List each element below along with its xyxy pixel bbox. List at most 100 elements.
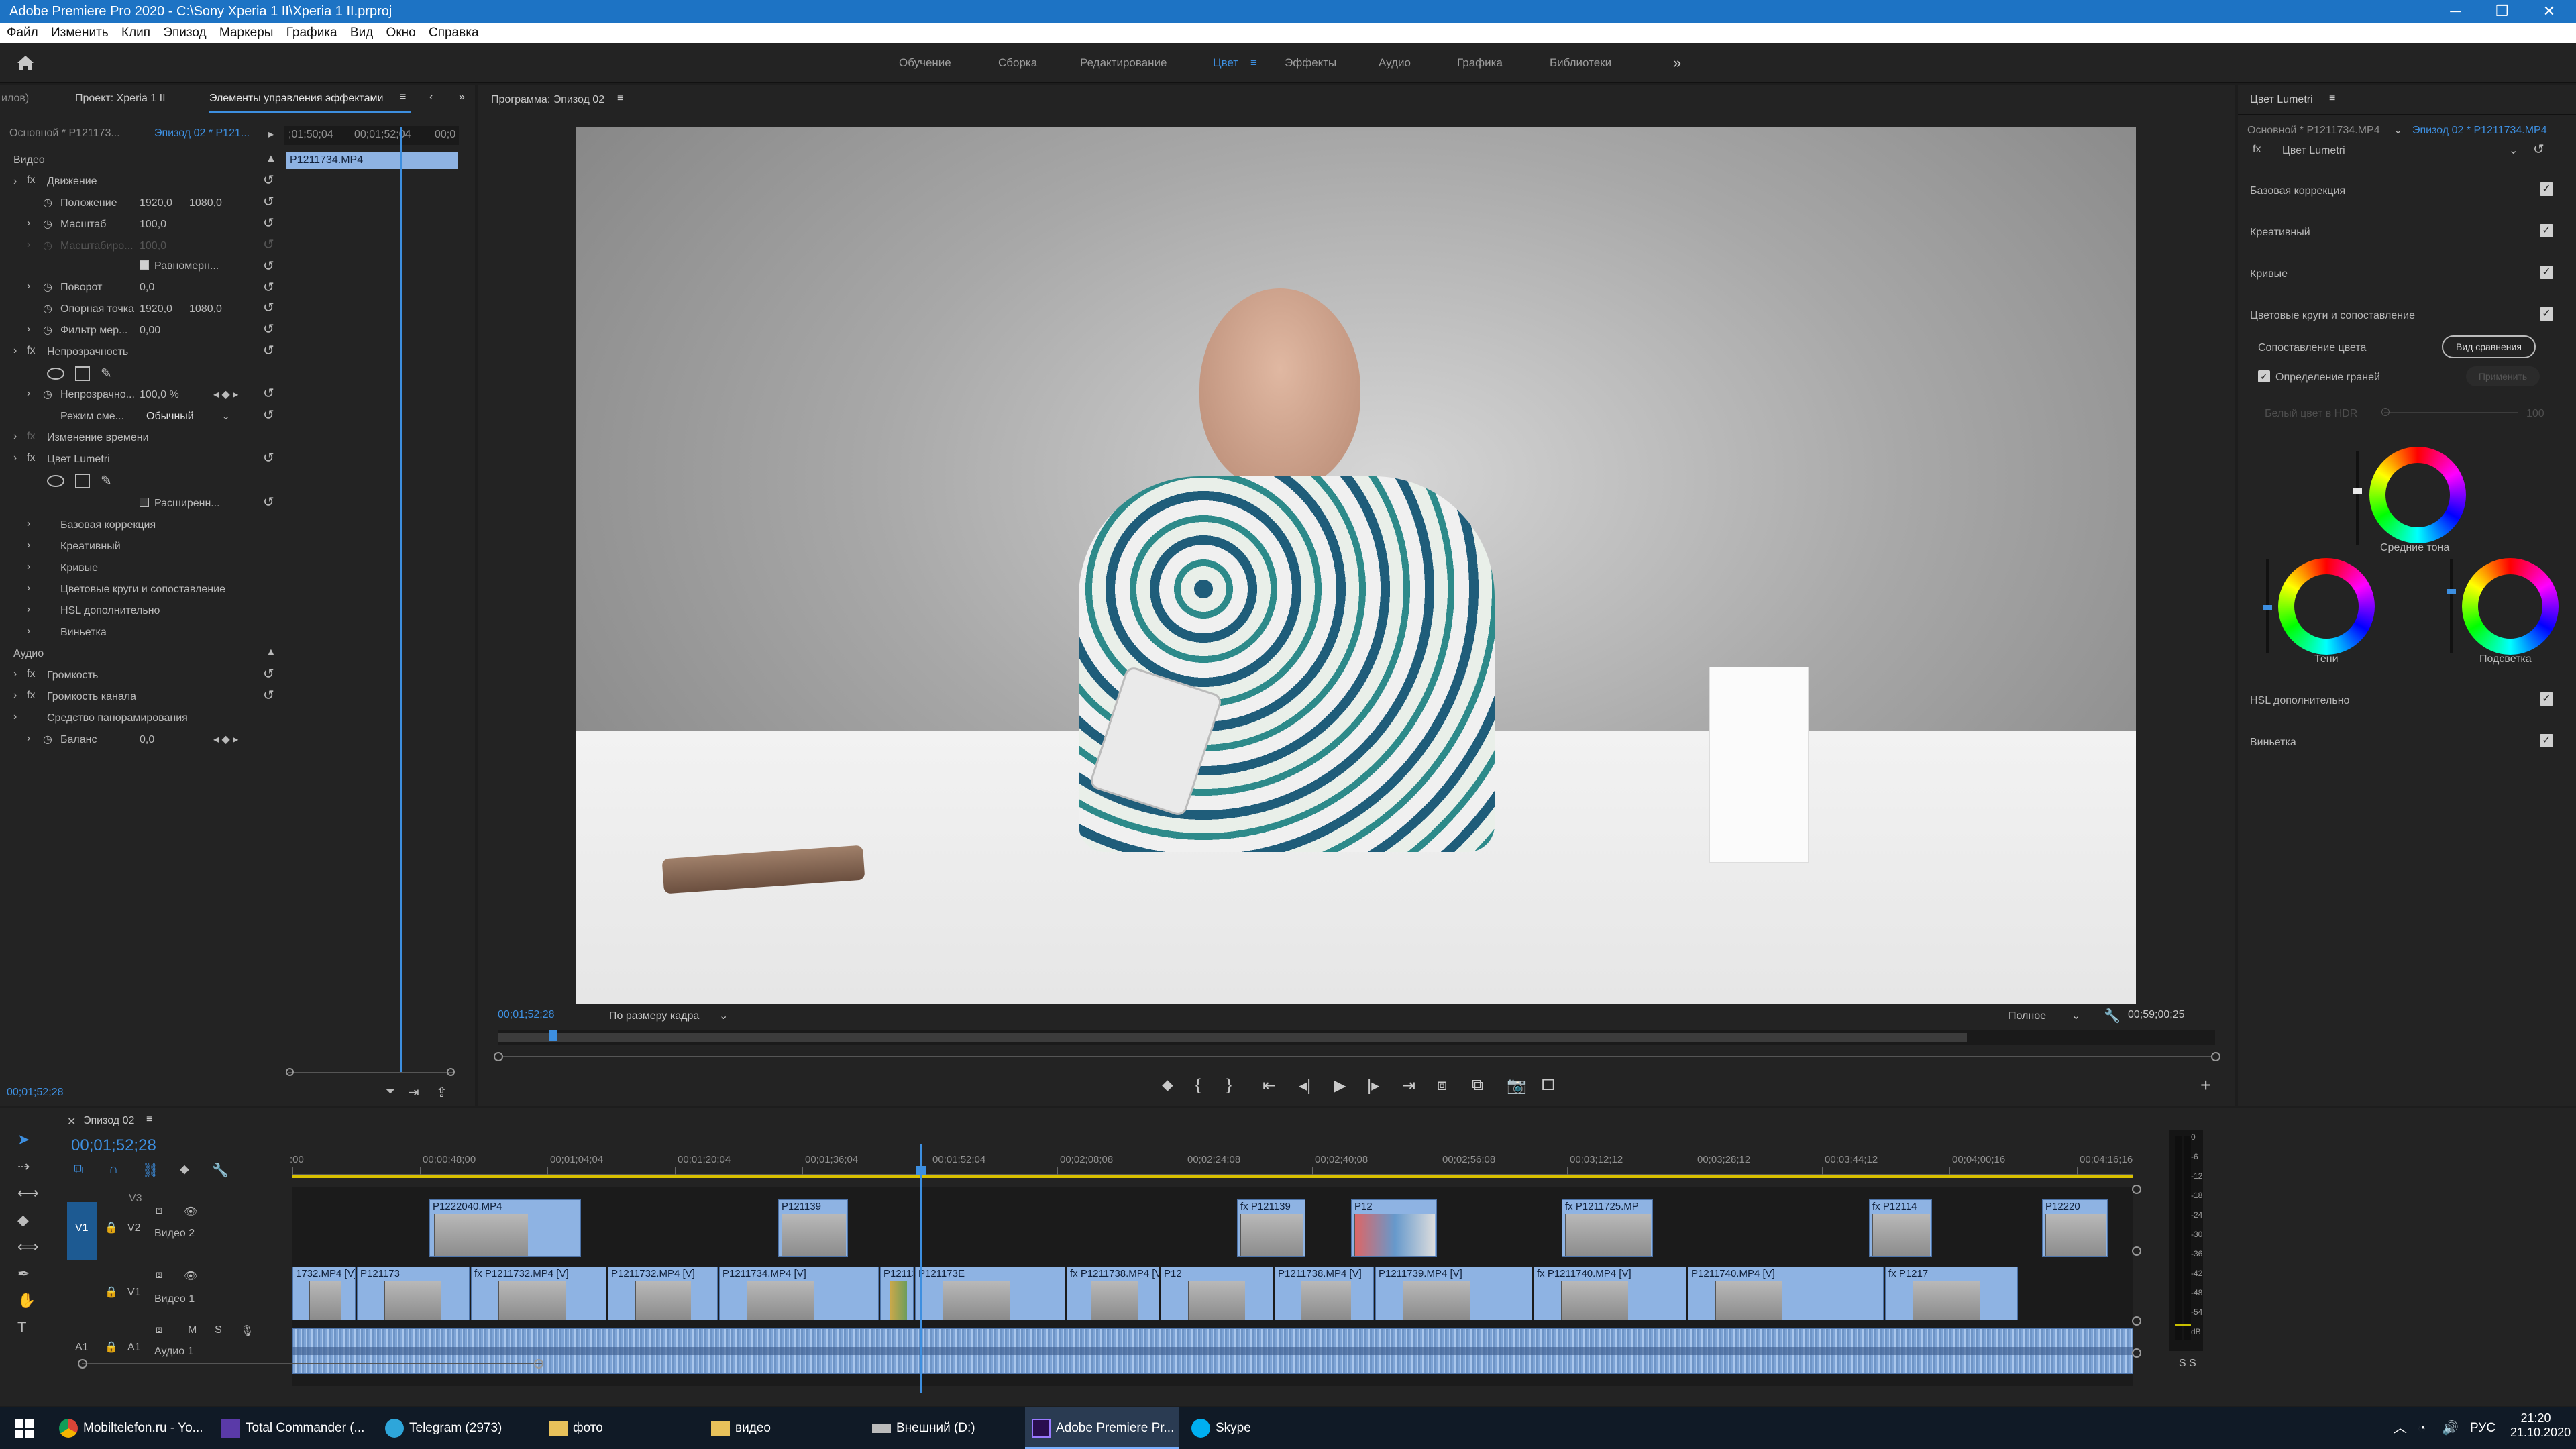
lumetri-curves[interactable]: Кривые bbox=[60, 562, 98, 574]
lumetri-wheels[interactable]: Цветовые круги и сопоставление bbox=[60, 584, 225, 596]
add-button-icon[interactable]: + bbox=[2200, 1075, 2211, 1096]
expand-arrow[interactable]: › bbox=[13, 690, 17, 702]
sync-lock-icon[interactable]: ⧈ bbox=[156, 1205, 162, 1217]
scroll-handle[interactable] bbox=[2132, 1316, 2141, 1326]
mark-in-icon[interactable]: { bbox=[1195, 1076, 1201, 1095]
stopwatch-icon[interactable]: ◷ bbox=[43, 388, 52, 401]
workspace-menu-icon[interactable]: ≡ bbox=[1250, 43, 1257, 83]
go-to-in-icon[interactable]: ⇤ bbox=[1263, 1076, 1276, 1095]
reset-icon[interactable]: ↺ bbox=[263, 407, 274, 423]
step-forward-icon[interactable]: |▸ bbox=[1367, 1076, 1379, 1095]
mute-icon[interactable]: M bbox=[188, 1324, 197, 1336]
stopwatch-icon[interactable]: ◷ bbox=[43, 196, 52, 209]
reset-icon[interactable]: ↺ bbox=[263, 279, 274, 296]
opacity-value[interactable]: 100,0 % bbox=[140, 389, 179, 401]
timeline-tab[interactable]: Эпизод 02 bbox=[83, 1115, 134, 1127]
stopwatch-icon[interactable]: ◷ bbox=[43, 302, 52, 315]
section-vignette[interactable]: Виньетка bbox=[2250, 737, 2296, 749]
selection-tool-icon[interactable]: ➤ bbox=[17, 1131, 30, 1148]
expand-arrow[interactable]: › bbox=[27, 280, 30, 292]
position-x[interactable]: 1920,0 bbox=[140, 197, 172, 209]
step-back-icon[interactable]: ◂| bbox=[1299, 1076, 1311, 1095]
taskbar-item[interactable]: Telegram (2973) bbox=[385, 1407, 538, 1449]
more-workspaces-icon[interactable]: » bbox=[1673, 43, 1681, 83]
panel-menu-icon[interactable]: ≡ bbox=[2329, 93, 2335, 105]
lumetri-basic[interactable]: Базовая коррекция bbox=[60, 519, 156, 531]
face-detect-checkbox[interactable]: ✓ bbox=[2258, 370, 2270, 382]
menu-graphics[interactable]: Графика bbox=[286, 23, 337, 43]
reset-icon[interactable]: ↺ bbox=[263, 665, 274, 682]
mini-playhead[interactable] bbox=[400, 127, 402, 1073]
scroll-up-icon[interactable]: ▲ bbox=[266, 153, 276, 165]
language-indicator[interactable]: РУС bbox=[2470, 1407, 2496, 1449]
taskbar-item[interactable]: фото bbox=[549, 1407, 702, 1449]
menu-file[interactable]: Файл bbox=[7, 23, 38, 43]
stopwatch-icon[interactable]: ◷ bbox=[43, 323, 52, 337]
play-icon[interactable]: ▶ bbox=[1334, 1076, 1346, 1095]
workspace-audio[interactable]: Аудио bbox=[1379, 43, 1411, 83]
clip-v1[interactable]: fx P1217 bbox=[1885, 1267, 2018, 1320]
clip-v1[interactable]: P1211740.MP4 [V] bbox=[1688, 1267, 1884, 1320]
fx-icon[interactable]: fx bbox=[27, 431, 35, 443]
workspace-assembly[interactable]: Сборка bbox=[998, 43, 1037, 83]
fx-icon[interactable]: fx bbox=[27, 690, 35, 702]
reset-icon[interactable]: ↺ bbox=[263, 494, 274, 511]
menu-edit[interactable]: Изменить bbox=[51, 23, 109, 43]
clip-v1[interactable]: P1211734.MP4 [V] bbox=[719, 1267, 879, 1320]
clip-v2[interactable]: P1222040.MP4 bbox=[429, 1199, 581, 1257]
clip-v1[interactable]: P1211390.MP4 bbox=[880, 1267, 914, 1320]
midtones-wheel[interactable] bbox=[2369, 447, 2466, 543]
reset-icon[interactable]: ↺ bbox=[263, 258, 274, 274]
expand-arrow[interactable]: › bbox=[13, 345, 17, 357]
scroll-handle[interactable] bbox=[286, 1068, 294, 1076]
clip-v1[interactable]: 1732.MP4 [V] bbox=[292, 1267, 356, 1320]
section-enabled-checkbox[interactable]: ✓ bbox=[2540, 307, 2553, 321]
clip-v1[interactable]: P1211732.MP4 [V] bbox=[608, 1267, 718, 1320]
panel-menu-icon[interactable]: ≡ bbox=[146, 1114, 152, 1126]
scale-value[interactable]: 100,0 bbox=[140, 219, 166, 231]
program-title[interactable]: Программа: Эпизод 02 bbox=[491, 94, 604, 106]
lumetri-hsl[interactable]: HSL дополнительно bbox=[60, 605, 160, 617]
timeline-scrollbar[interactable] bbox=[82, 1363, 542, 1364]
slider-handle[interactable] bbox=[2263, 605, 2272, 610]
timeline-playhead[interactable] bbox=[920, 1144, 922, 1393]
clip-v2[interactable]: fx P12114 bbox=[1869, 1199, 1932, 1257]
rotation-value[interactable]: 0,0 bbox=[140, 282, 154, 294]
reset-icon[interactable]: ↺ bbox=[2533, 141, 2544, 158]
program-timecode[interactable]: 00;01;52;28 bbox=[498, 1009, 555, 1021]
quality-select[interactable]: Полное bbox=[2008, 1010, 2046, 1022]
panel-menu-icon[interactable]: ≡ bbox=[617, 93, 623, 105]
eye-icon[interactable]: 👁 bbox=[184, 1269, 197, 1283]
clip-v2[interactable]: P12 bbox=[1351, 1199, 1437, 1257]
scroll-handle[interactable] bbox=[78, 1359, 87, 1368]
expand-arrow[interactable]: › bbox=[13, 176, 17, 188]
lock-icon[interactable]: 🔒 bbox=[105, 1285, 118, 1299]
highlights-slider[interactable] bbox=[2450, 559, 2453, 653]
lumetri-vignette[interactable]: Виньетка bbox=[60, 627, 107, 639]
stopwatch-icon[interactable]: ◷ bbox=[43, 217, 52, 231]
eye-icon[interactable]: 👁 bbox=[184, 1205, 197, 1218]
windows-start-icon[interactable] bbox=[15, 1419, 34, 1438]
anchor-y[interactable]: 1080,0 bbox=[189, 303, 222, 315]
section-enabled-checkbox[interactable]: ✓ bbox=[2540, 224, 2553, 237]
clip-v1[interactable]: fx P1211732.MP4 [V] bbox=[471, 1267, 606, 1320]
scroll-handle[interactable] bbox=[2132, 1185, 2141, 1194]
menu-sequence[interactable]: Эпизод bbox=[163, 23, 206, 43]
lumetri-clip[interactable]: Эпизод 02 * P1211734.MP4 bbox=[2412, 125, 2547, 137]
compare-view-button[interactable]: Вид сравнения bbox=[2442, 335, 2536, 358]
highlights-wheel[interactable] bbox=[2462, 558, 2559, 655]
scroll-handle[interactable] bbox=[534, 1359, 543, 1368]
uniform-scale-checkbox[interactable] bbox=[140, 260, 149, 270]
menu-clip[interactable]: Клип bbox=[121, 23, 150, 43]
lumetri-fx-select[interactable]: Цвет Lumetri bbox=[2282, 145, 2345, 157]
menu-markers[interactable]: Маркеры bbox=[219, 23, 274, 43]
midtones-slider[interactable] bbox=[2356, 451, 2359, 545]
scroll-up-icon[interactable]: ▲ bbox=[266, 647, 276, 659]
source-patch-a1[interactable]: A1 bbox=[75, 1342, 89, 1354]
section-enabled-checkbox[interactable]: ✓ bbox=[2540, 734, 2553, 747]
fx-icon[interactable]: fx bbox=[27, 345, 35, 357]
expand-arrow[interactable]: › bbox=[27, 239, 30, 251]
zoom-scrollbar[interactable] bbox=[503, 1056, 2211, 1057]
marker-icon[interactable]: ⬥ bbox=[1162, 1076, 1173, 1095]
work-area-bar[interactable] bbox=[292, 1175, 2133, 1178]
